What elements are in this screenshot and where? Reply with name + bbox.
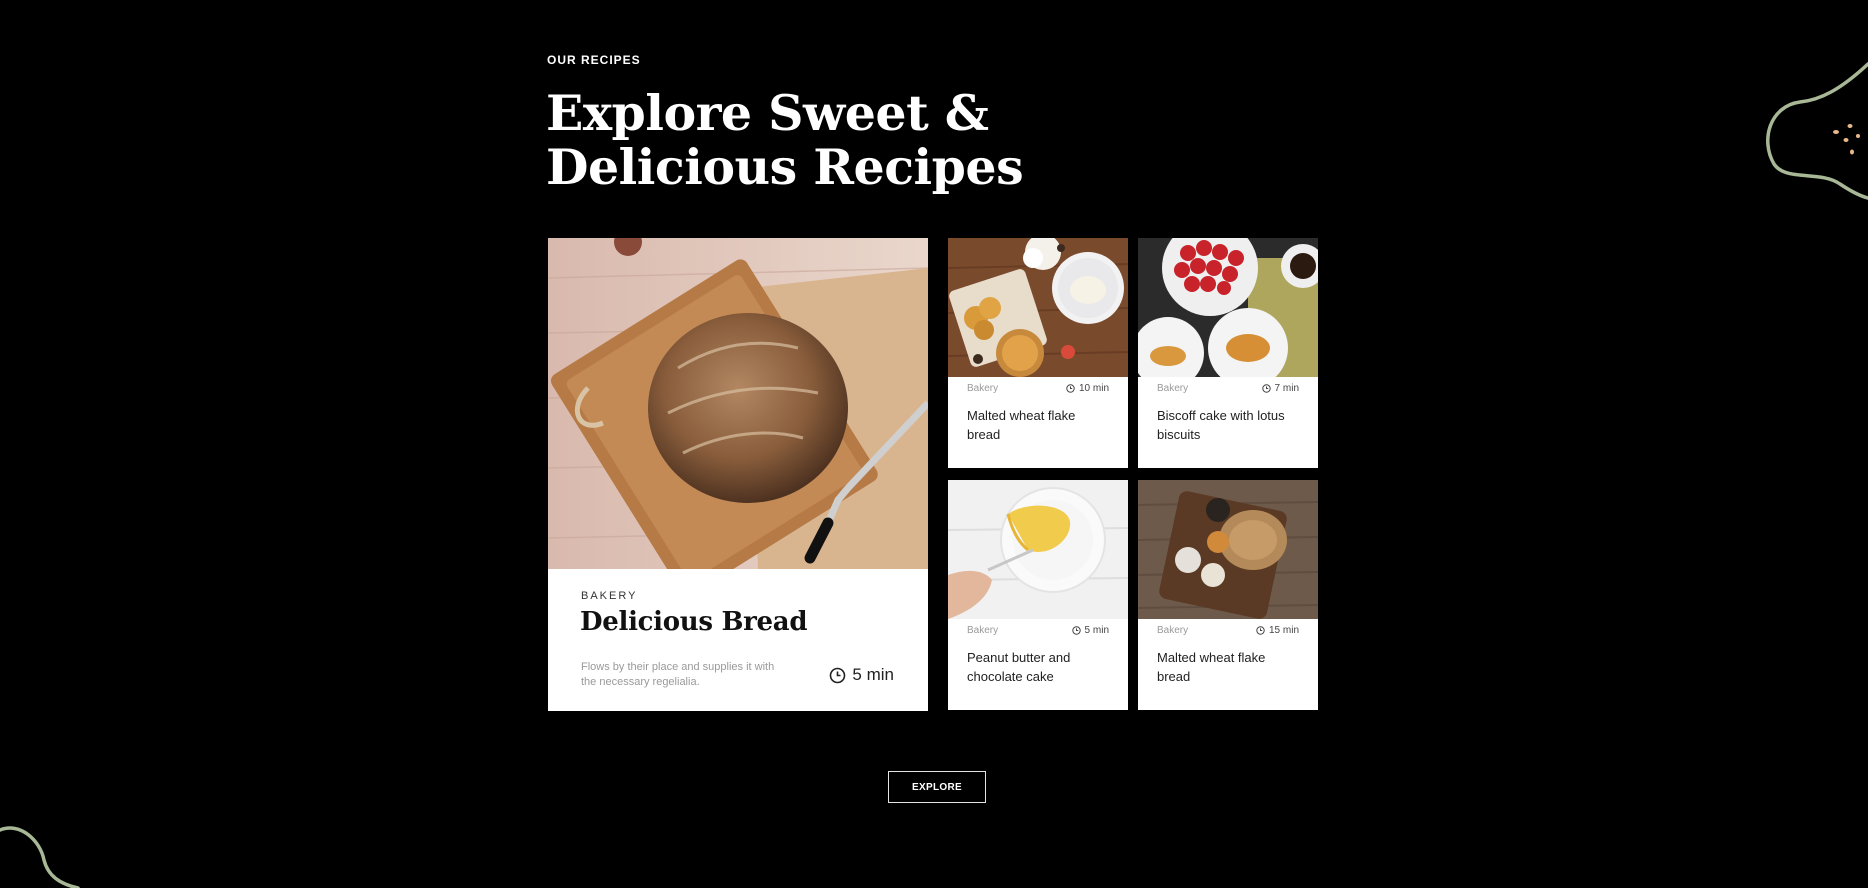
recipe-meta-2: Bakery 7 min xyxy=(1157,383,1299,394)
recipe-time-2: 7 min xyxy=(1261,383,1299,394)
clock-icon xyxy=(1261,384,1271,393)
decorative-squiggle-top-right xyxy=(1766,62,1868,200)
recipe-time-3: 5 min xyxy=(1071,625,1109,636)
recipe-image-2[interactable] xyxy=(1138,238,1318,377)
section-title-line1: Explore Sweet & xyxy=(546,84,989,142)
recipe-time-value-4: 15 min xyxy=(1268,625,1299,636)
featured-recipe-description: Flows by their place and supplies it wit… xyxy=(581,661,775,688)
recipe-time-value-1: 10 min xyxy=(1078,383,1109,394)
featured-recipe-image[interactable] xyxy=(548,238,928,569)
section-title: Explore Sweet & Delicious Recipes xyxy=(546,86,1166,194)
recipe-card-4[interactable]: Bakery 15 min Malted wheat flake bread xyxy=(1138,480,1318,710)
clock-icon xyxy=(1071,626,1081,635)
clock-icon xyxy=(1256,626,1265,635)
recipe-category-4: Bakery xyxy=(1157,625,1189,636)
clock-icon xyxy=(830,667,846,683)
recipe-time-value-3: 5 min xyxy=(1084,625,1109,636)
featured-recipe-time-value: 5 min xyxy=(852,665,894,684)
recipe-card-3[interactable]: Bakery 5 min Peanut butter and chocolate… xyxy=(948,480,1128,710)
recipe-card-2[interactable]: Bakery 7 min Biscoff cake with lotus bis… xyxy=(1138,238,1318,468)
clock-icon xyxy=(1066,384,1075,393)
recipe-meta-3: Bakery 5 min xyxy=(967,625,1109,636)
recipe-category-3: Bakery xyxy=(967,625,999,636)
recipe-time-1: 10 min xyxy=(1066,383,1109,394)
recipe-title-2[interactable]: Biscoff cake with lotus biscuits xyxy=(1157,406,1302,444)
featured-recipe-category: BAKERY xyxy=(581,590,638,602)
recipe-category-2: Bakery xyxy=(1157,383,1189,394)
recipe-meta-4: Bakery 15 min xyxy=(1157,625,1299,636)
recipe-image-4[interactable] xyxy=(1138,480,1318,619)
recipe-image-1[interactable] xyxy=(948,238,1128,377)
featured-recipe-card[interactable]: BAKERY Delicious Bread Flows by their pl… xyxy=(548,238,928,711)
recipe-title-3[interactable]: Peanut butter and chocolate cake xyxy=(967,648,1112,686)
featured-recipe-title[interactable]: Delicious Bread xyxy=(580,607,808,637)
recipe-card-1[interactable]: Bakery 10 min Malted wheat flake bread xyxy=(948,238,1128,468)
recipe-time-4: 15 min xyxy=(1256,625,1299,636)
featured-recipe-time: 5 min xyxy=(829,665,894,685)
recipe-title-4[interactable]: Malted wheat flake bread xyxy=(1157,648,1302,686)
recipe-category-1: Bakery xyxy=(967,383,999,394)
decorative-squiggle-bottom-left xyxy=(0,826,80,888)
section-eyebrow: OUR RECIPES xyxy=(547,53,641,67)
recipe-time-value-2: 7 min xyxy=(1274,383,1299,394)
recipe-meta-1: Bakery 10 min xyxy=(967,383,1109,394)
section-title-line2: Delicious Recipes xyxy=(546,138,1024,196)
recipe-image-3[interactable] xyxy=(948,480,1128,619)
explore-button[interactable]: EXPLORE xyxy=(888,771,986,803)
recipe-title-1[interactable]: Malted wheat flake bread xyxy=(967,406,1112,444)
